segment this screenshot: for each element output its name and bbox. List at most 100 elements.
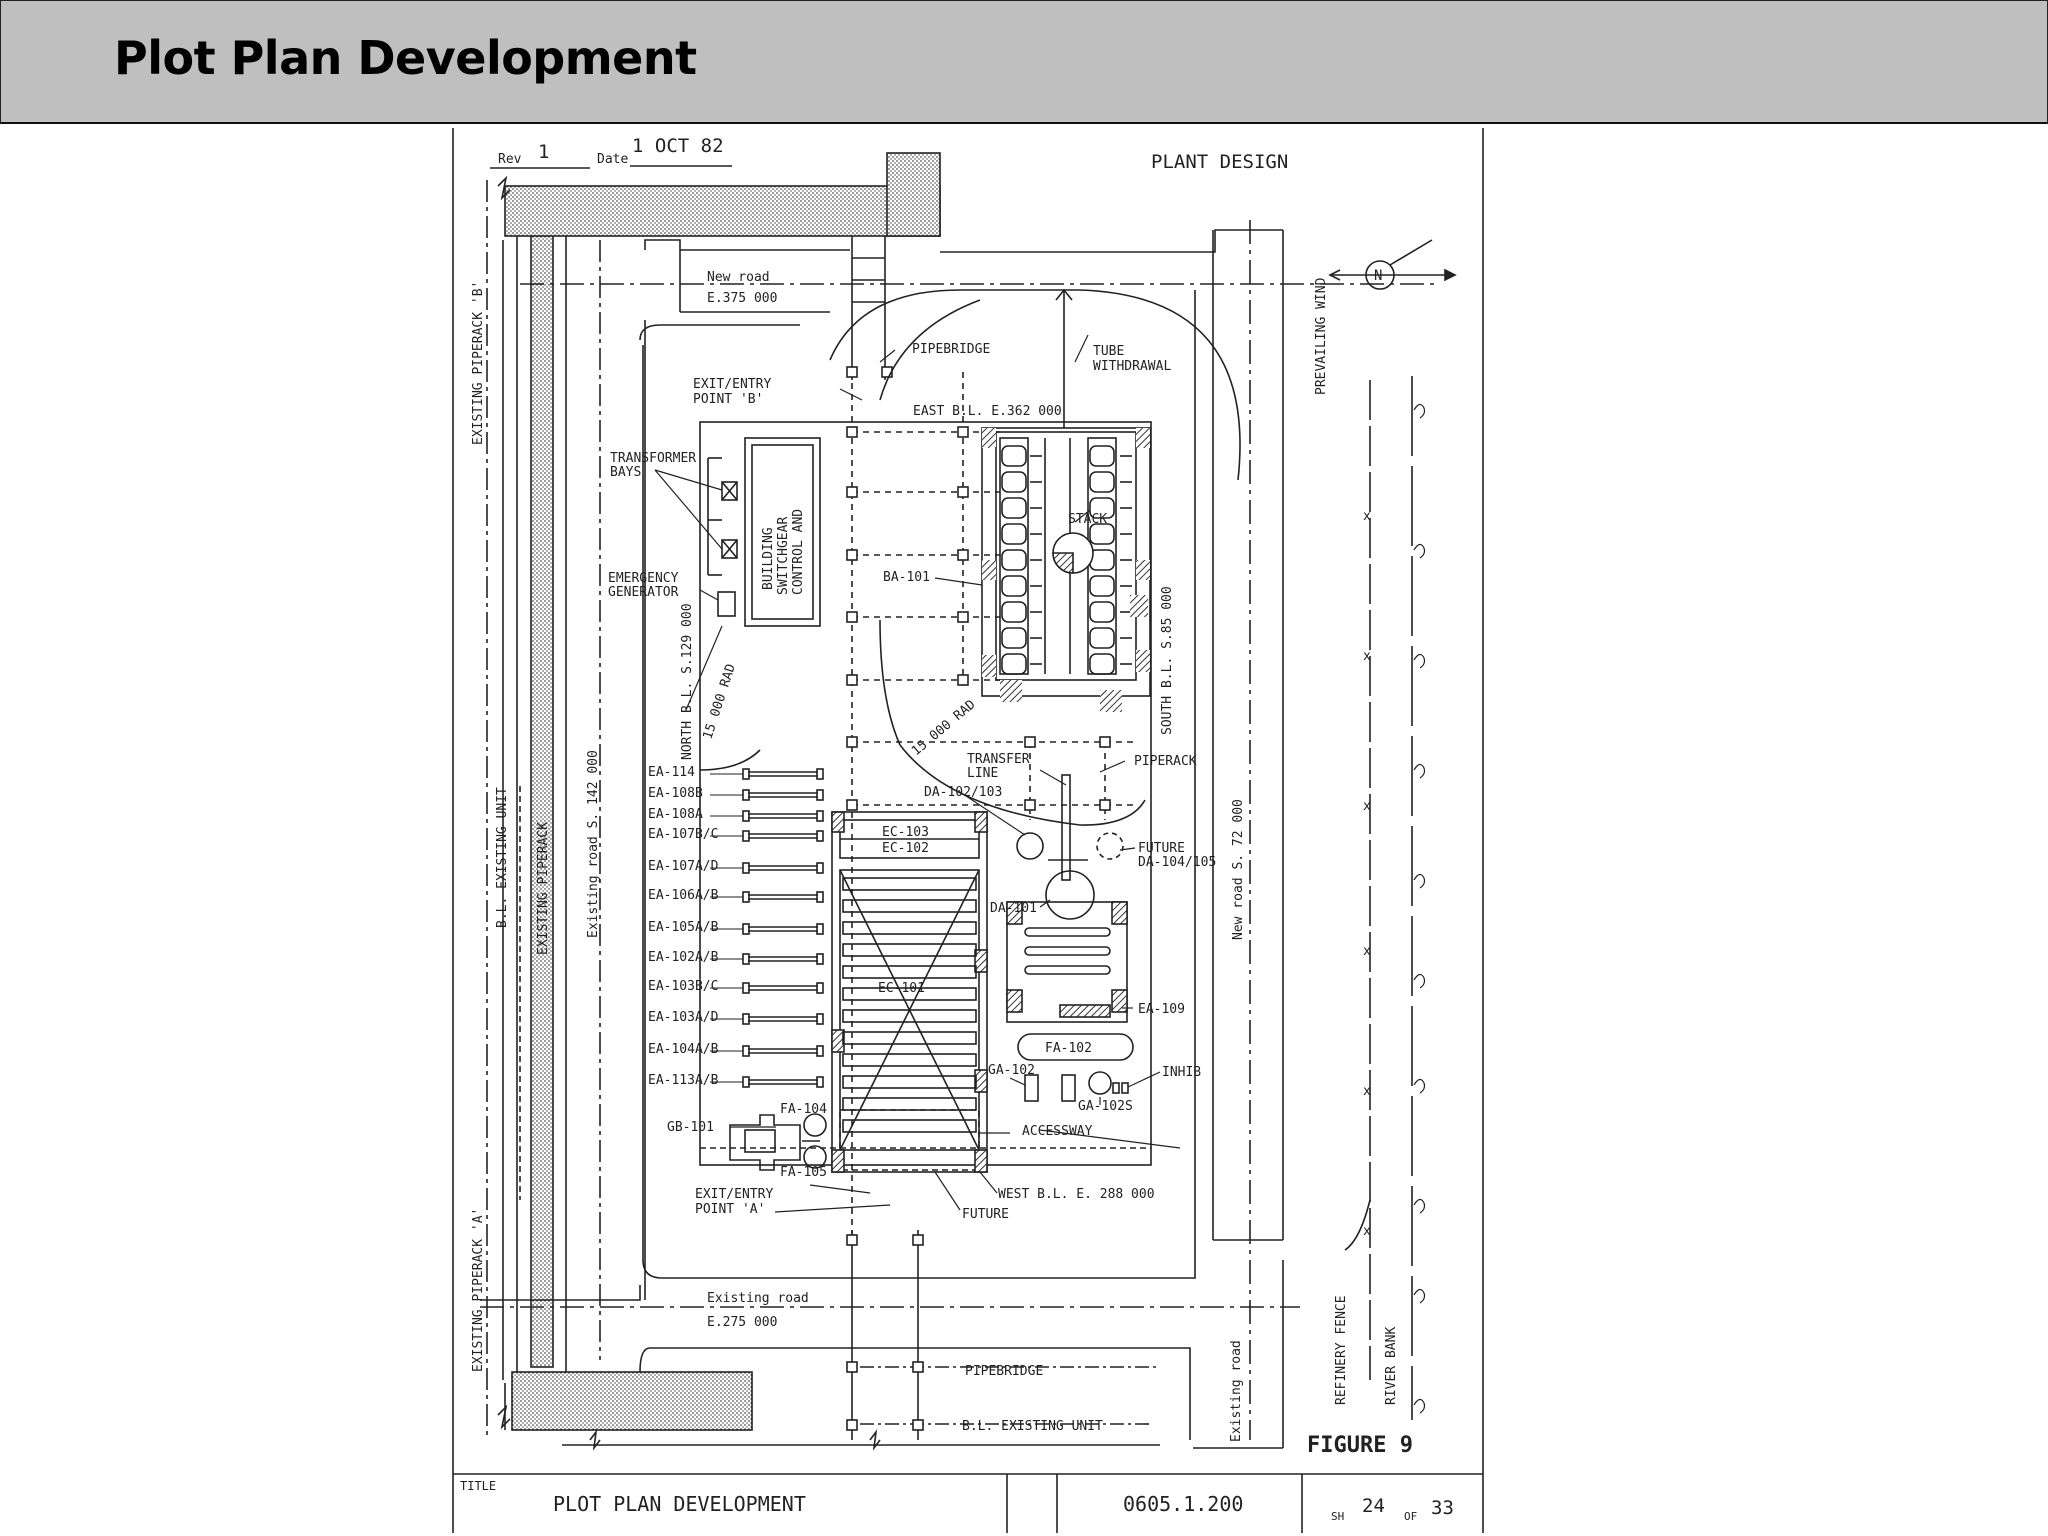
tube-row-right [1089, 445, 1115, 467]
ea-label: EA-108B [648, 786, 703, 801]
label-rad-mid: 15 000 RAD [909, 697, 979, 759]
river-bank-mark [1413, 873, 1426, 889]
label-da102: DA-102/103 [924, 785, 1002, 800]
label-inhib: INHIB [1162, 1065, 1201, 1080]
label-switchgear: SWITCHGEAR [776, 517, 791, 595]
ea-bundle-tail [816, 789, 824, 801]
tube-row-right [1089, 471, 1115, 493]
label-control-building: CONTROL AND [791, 509, 806, 595]
rack-column [846, 736, 858, 748]
stack [1052, 532, 1094, 574]
sheet-total: 33 [1431, 1497, 1454, 1519]
label-future-2: DA-104/105 [1138, 855, 1216, 870]
ea-label: EA-105A/B [648, 920, 719, 935]
label-building: BUILDING [761, 527, 776, 590]
rack-column [846, 366, 858, 378]
label-pipebridge-top: PIPEBRIDGE [912, 342, 990, 357]
ec-slat [842, 877, 977, 891]
rev-value: 1 [538, 141, 549, 163]
label-south-bl: SOUTH B.L. S.85 000 [1160, 586, 1175, 735]
drawing-number: 0605.1.200 [1123, 1492, 1243, 1516]
ea-bundle-head [742, 1013, 750, 1025]
label-exit-a-1: EXIT/ENTRY [695, 1187, 773, 1202]
label-new-road-top-e: E.375 000 [707, 291, 777, 306]
label-west-bl: WEST B.L. E. 288 000 [998, 1187, 1155, 1202]
ec-slat [842, 1075, 977, 1089]
river-bank-mark [1413, 543, 1426, 559]
ea-label: EA-108A [648, 807, 703, 822]
rack-column [912, 1234, 924, 1246]
label-existing-piperack-a: EXISTING PIPERACK 'A' [471, 1208, 486, 1372]
label-bl-existing-unit-left: B.L. EXISTING UNIT [495, 787, 510, 928]
ec-slat [842, 943, 977, 957]
rack-column [957, 674, 969, 686]
ea-bundle-head [742, 862, 750, 874]
ec-slat [842, 1009, 977, 1023]
label-existing-road-e: E.275 000 [707, 1315, 777, 1330]
ec-slat [842, 1119, 977, 1133]
label-bl-existing-unit-bottom: B.L. EXISTING UNIT [962, 1419, 1103, 1434]
tube-row-left [1001, 627, 1027, 649]
tube-row-right [1089, 575, 1115, 597]
label-existing-piperack: EXISTING PIPERACK [536, 822, 551, 955]
ea-bundle-head [742, 982, 750, 994]
rack-column [846, 1234, 858, 1246]
river-bank-mark [1413, 1288, 1426, 1304]
fence-x-mark: x [1363, 799, 1371, 814]
ea-label: EA-103B/C [648, 979, 718, 994]
label-existing-piperack-b: EXISTING PIPERACK 'B' [471, 281, 486, 445]
label-ga102: GA-102 [988, 1063, 1035, 1078]
fence-x-mark: x [1363, 509, 1371, 524]
rack-column [957, 549, 969, 561]
ea-label: EA-103A/D [648, 1010, 719, 1025]
fence-x-mark: x [1363, 1224, 1371, 1239]
tube-row-left [1001, 601, 1027, 623]
tube-row-right [1089, 627, 1115, 649]
label-fa104: FA-104 [780, 1102, 827, 1117]
label-tube-withdrawal-2: WITHDRAWAL [1093, 359, 1171, 374]
label-emergency-2: GENERATOR [608, 585, 679, 600]
ea-label: EA-107A/D [648, 859, 719, 874]
label-gb101: GB-101 [667, 1120, 714, 1135]
pumps-ga-102 [1024, 1071, 1129, 1102]
new-road-top [520, 229, 1440, 341]
tube-row-left [1001, 445, 1027, 467]
existing-piperack-vertical [516, 188, 567, 1430]
ea-exchanger-bundles [710, 768, 824, 1088]
fractionator-structure [1006, 901, 1128, 1023]
ea-bundle-tail [816, 1076, 824, 1088]
label-new-road-top: New road [707, 270, 770, 285]
ec-slat [842, 899, 977, 913]
rev-label: Rev [498, 152, 522, 167]
ea-bundle-tail [816, 1045, 824, 1057]
title-value: PLOT PLAN DEVELOPMENT [553, 1492, 806, 1516]
transfer-line [1016, 774, 1124, 920]
label-pipebridge-bottom: PIPEBRIDGE [965, 1364, 1043, 1379]
ea-bundle-head [742, 953, 750, 965]
ea-bundle-tail [816, 862, 824, 874]
ea-label-list: EA-114 EA-108B EA-108A EA-107B/C EA-107A/D EA… [648, 765, 719, 1088]
tube-row-left [1001, 497, 1027, 519]
ec-slat [842, 965, 977, 979]
label-accessway: ACCESSWAY [1022, 1124, 1093, 1139]
date-label: Date [597, 152, 628, 167]
rack-column [957, 486, 969, 498]
ea-bundle-tail [816, 830, 824, 842]
label-ec101: EC-101 [878, 981, 925, 996]
label-transformer-2: BAYS [610, 465, 641, 480]
rack-column [846, 799, 858, 811]
label-tube-withdrawal-1: TUBE [1093, 344, 1124, 359]
label-new-road-s: New road S. 72 000 [1231, 799, 1246, 940]
ea-bundle-head [742, 891, 750, 903]
river-bank-mark [1413, 973, 1426, 989]
label-east-bl: EAST B.L. E.362 000 [913, 404, 1062, 419]
label-transfer-1: TRANSFER [967, 752, 1030, 767]
date-value: 1 OCT 82 [632, 135, 724, 157]
rack-column [846, 426, 858, 438]
label-refinery-fence: REFINERY FENCE [1334, 1295, 1349, 1405]
fence-x-mark: x [1363, 1084, 1371, 1099]
ea-label: EA-113A/B [648, 1073, 719, 1088]
ea-bundle-head [742, 810, 750, 822]
river-bank-mark [1413, 653, 1426, 669]
river-bank-mark [1413, 1078, 1426, 1094]
